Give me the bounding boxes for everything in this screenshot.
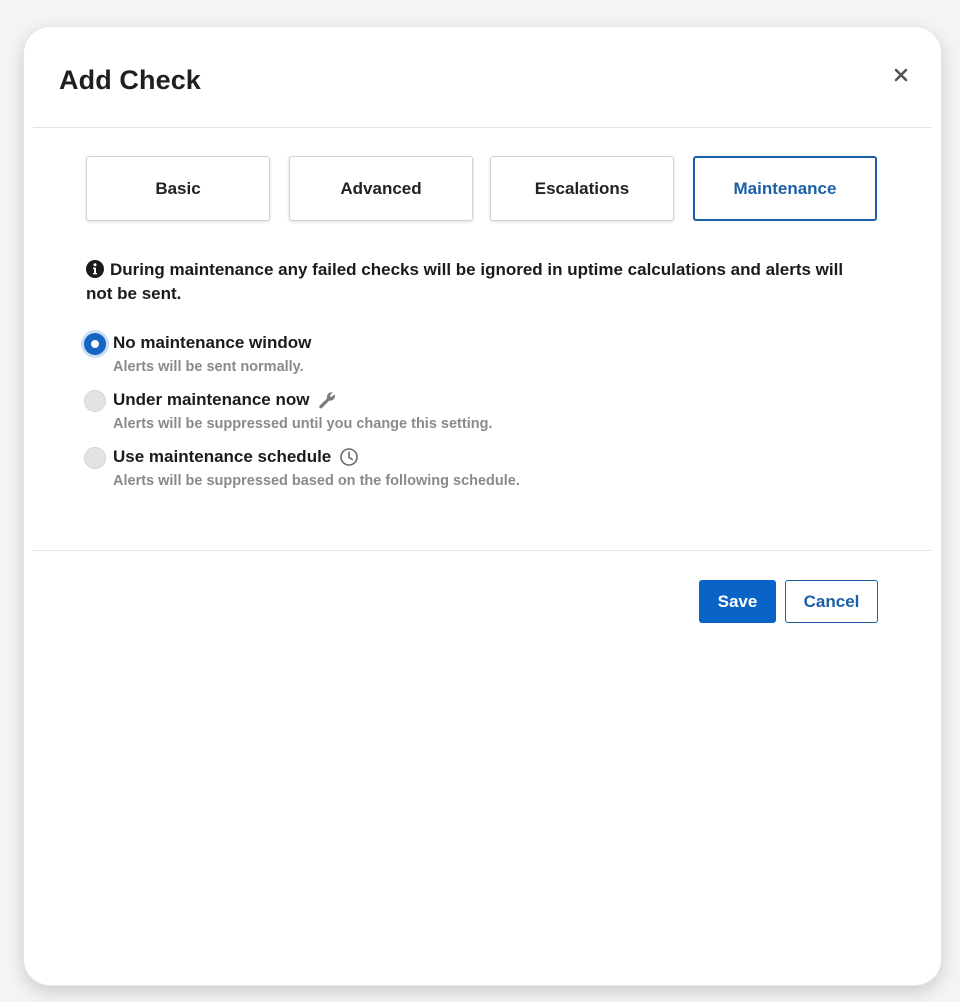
info-text: During maintenance any failed checks wil… bbox=[86, 260, 844, 303]
maintenance-info: During maintenance any failed checks wil… bbox=[86, 258, 866, 306]
dialog-title: Add Check bbox=[59, 65, 201, 95]
option-maintenance-schedule: Use maintenance schedule Alerts will be … bbox=[84, 446, 844, 503]
tab-basic[interactable]: Basic bbox=[86, 156, 270, 221]
save-button[interactable]: Save bbox=[699, 580, 776, 623]
footer-divider bbox=[33, 550, 932, 551]
close-icon bbox=[894, 68, 908, 82]
option-label-text: No maintenance window bbox=[113, 333, 312, 352]
cancel-button[interactable]: Cancel bbox=[785, 580, 878, 623]
option-description: Alerts will be sent normally. bbox=[113, 359, 304, 375]
option-under-maintenance: Under maintenance now Alerts will be sup… bbox=[84, 389, 844, 446]
option-label-text: Use maintenance schedule bbox=[113, 447, 332, 466]
tab-escalations[interactable]: Escalations bbox=[490, 156, 674, 221]
option-description: Alerts will be suppressed based on the f… bbox=[113, 473, 520, 489]
add-check-dialog: Add Check Basic Advanced Escalations Mai… bbox=[24, 27, 941, 985]
dialog-header: Add Check bbox=[33, 27, 932, 128]
tab-bar: Basic Advanced Escalations Maintenance bbox=[86, 156, 878, 221]
radio-maintenance-schedule[interactable] bbox=[84, 447, 106, 469]
option-label[interactable]: Under maintenance now bbox=[113, 390, 337, 410]
clock-icon bbox=[340, 448, 359, 466]
close-button[interactable] bbox=[890, 64, 912, 86]
option-label-text: Under maintenance now bbox=[113, 390, 310, 409]
option-label[interactable]: Use maintenance schedule bbox=[113, 447, 359, 467]
wrench-icon bbox=[319, 392, 336, 409]
radio-no-maintenance[interactable] bbox=[84, 333, 106, 355]
tab-advanced[interactable]: Advanced bbox=[289, 156, 473, 221]
radio-under-maintenance[interactable] bbox=[84, 390, 106, 412]
tab-maintenance[interactable]: Maintenance bbox=[693, 156, 877, 221]
option-no-maintenance: No maintenance window Alerts will be sen… bbox=[84, 332, 844, 389]
option-description: Alerts will be suppressed until you chan… bbox=[113, 416, 493, 432]
info-icon bbox=[86, 260, 104, 278]
maintenance-options: No maintenance window Alerts will be sen… bbox=[84, 332, 844, 503]
option-label[interactable]: No maintenance window bbox=[113, 333, 311, 353]
